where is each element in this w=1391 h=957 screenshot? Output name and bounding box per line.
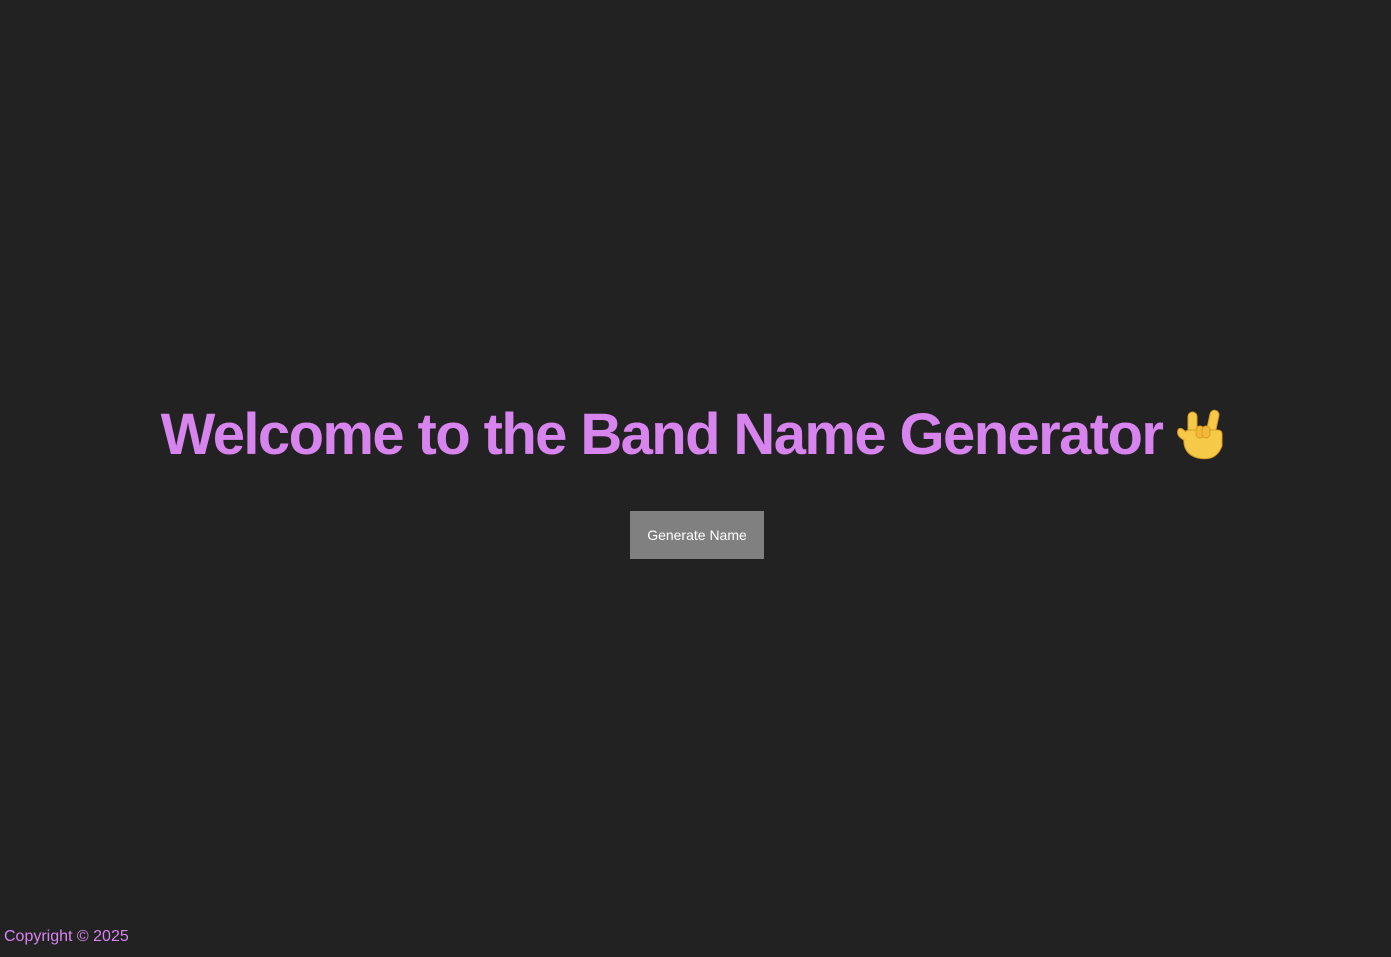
hero-section: Welcome to the Band Name Generator xyxy=(0,400,1391,470)
rock-on-hand-icon xyxy=(1172,406,1230,464)
page: Welcome to the Band Name Generator Gener… xyxy=(0,0,1391,957)
page-title: Welcome to the Band Name Generator xyxy=(160,402,1164,467)
footer-copyright: Copyright © 2025 xyxy=(4,928,129,945)
generate-name-button[interactable]: Generate Name xyxy=(630,511,764,559)
title-row: Welcome to the Band Name Generator xyxy=(0,400,1391,470)
